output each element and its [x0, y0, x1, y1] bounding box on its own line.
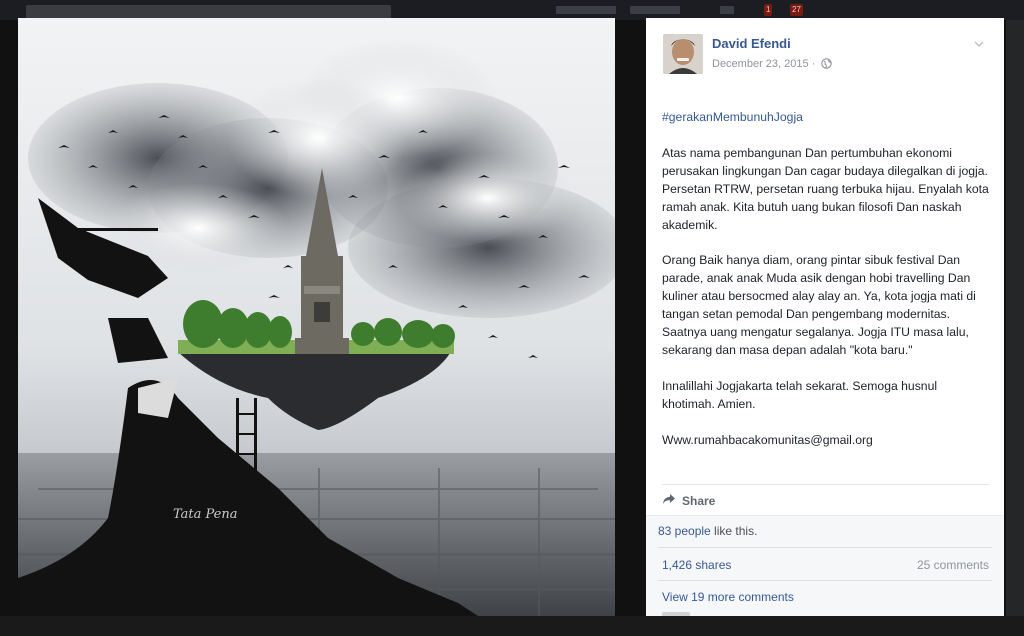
post-paragraph: Innalillahi Jogjakarta telah sekarat. Se… — [662, 378, 938, 411]
messages-badge[interactable]: 1 — [764, 4, 773, 16]
hashtag-link[interactable]: #gerakanMembunuhJogja — [662, 110, 803, 124]
nav-item[interactable] — [556, 6, 616, 14]
globe-icon[interactable] — [821, 58, 833, 72]
comment-avatar[interactable] — [662, 612, 690, 616]
meta-separator: · — [811, 58, 816, 70]
post-photo[interactable]: Tata Pena — [18, 18, 615, 616]
post-panel: David Efendi December 23, 2015 · #geraka… — [646, 18, 1004, 616]
view-more-comments-link[interactable]: View 19 more comments — [662, 590, 794, 604]
comments-count-link[interactable]: 25 comments — [917, 558, 989, 572]
post-body: #gerakanMembunuhJogja Atas nama pembangu… — [662, 109, 992, 468]
likes-suffix: like this. — [710, 524, 758, 538]
post-paragraph: Atas nama pembangunan Dan pertumbuhan ek… — [662, 145, 989, 232]
post-paragraph: Orang Baik hanya diam, orang pintar sibu… — [662, 253, 976, 357]
photo-signature: Tata Pena — [173, 507, 238, 522]
shares-count-link[interactable]: 1,426 shares — [662, 558, 731, 572]
search-bar[interactable] — [26, 5, 391, 19]
chat-bar — [0, 616, 1024, 636]
post-paragraph: Www.rumahbacakomunitas@gmail.org — [662, 432, 873, 447]
share-button[interactable]: Share — [662, 493, 715, 508]
share-arrow-icon — [662, 493, 676, 508]
likes-summary: 83 people like this. — [658, 524, 757, 538]
notifications-badge[interactable]: 27 — [790, 4, 803, 16]
right-sidebar — [1006, 20, 1024, 616]
likes-link[interactable]: 83 people — [658, 524, 711, 538]
chevron-down-icon[interactable] — [972, 37, 986, 51]
divider — [658, 580, 992, 581]
top-navigation-bar: 1 27 — [0, 0, 1024, 20]
post-meta: December 23, 2015 · — [712, 58, 833, 72]
friend-requests-icon[interactable] — [720, 6, 734, 14]
author-name[interactable]: David Efendi — [712, 36, 791, 51]
divider — [658, 547, 992, 548]
feedback-section: 83 people like this. 1,426 shares 25 com… — [646, 515, 1004, 616]
photo-artwork: Tata Pena — [18, 18, 615, 616]
share-label: Share — [682, 493, 716, 508]
post-date[interactable]: December 23, 2015 — [712, 58, 809, 70]
action-bar: Share — [662, 484, 989, 517]
nav-item[interactable] — [630, 6, 680, 14]
author-avatar[interactable] — [663, 34, 703, 74]
